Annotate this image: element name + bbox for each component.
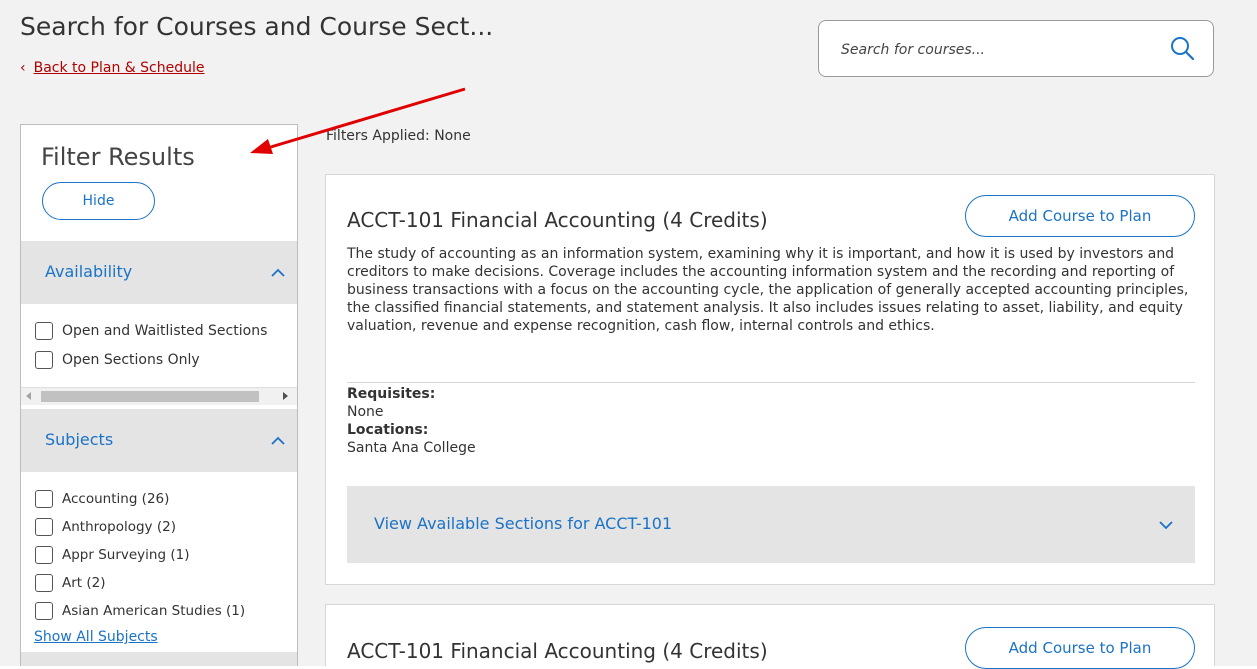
option-label: Appr Surveying (1) [62, 547, 190, 563]
checkbox[interactable] [35, 574, 53, 592]
subject-option-art[interactable]: Art (2) [35, 572, 106, 594]
locations-value: Santa Ana College [347, 440, 476, 456]
subjects-section-toggle[interactable]: Subjects [21, 409, 297, 472]
checkbox[interactable] [35, 322, 53, 340]
subject-option-anthropology[interactable]: Anthropology (2) [35, 516, 176, 538]
scrollbar-thumb[interactable] [41, 391, 259, 402]
checkbox[interactable] [35, 602, 53, 620]
option-label: Asian American Studies (1) [62, 603, 246, 619]
availability-label: Availability [45, 262, 133, 281]
view-sections-label: View Available Sections for ACCT-101 [374, 514, 673, 533]
search-input[interactable] [839, 35, 1153, 65]
back-link-label: Back to Plan & Schedule [33, 60, 205, 76]
add-course-to-plan-button[interactable]: Add Course to Plan [965, 627, 1195, 669]
subject-option-asian-american-studies[interactable]: Asian American Studies (1) [35, 600, 245, 622]
filter-panel: Filter Results Hide Availability Open an… [20, 124, 298, 666]
scroll-right-arrow-icon[interactable] [283, 392, 288, 400]
option-label: Open and Waitlisted Sections [62, 323, 268, 339]
chevron-up-icon [271, 268, 285, 277]
divider [347, 382, 1195, 383]
course-card: ACCT-101 Financial Accounting (4 Credits… [325, 174, 1215, 585]
option-label: Art (2) [62, 575, 106, 591]
course-title: ACCT-101 Financial Accounting (4 Credits… [347, 639, 768, 663]
panel-next-section-head [21, 652, 297, 666]
requisites-label: Requisites: [347, 386, 436, 402]
option-label: Anthropology (2) [62, 519, 176, 535]
chevron-up-icon [271, 436, 285, 445]
option-label: Accounting (26) [62, 491, 170, 507]
checkbox[interactable] [35, 351, 53, 369]
subject-option-accounting[interactable]: Accounting (26) [35, 488, 169, 510]
checkbox[interactable] [35, 518, 53, 536]
requisites-value: None [347, 404, 384, 420]
chevron-left-icon: ‹ [20, 60, 26, 76]
filters-applied-text: Filters Applied: None [326, 128, 471, 144]
checkbox[interactable] [35, 490, 53, 508]
chevron-down-icon [1159, 521, 1173, 530]
search-icon[interactable] [1169, 35, 1195, 61]
checkbox[interactable] [35, 546, 53, 564]
page-title: Search for Courses and Course Sect... [20, 12, 494, 41]
subject-option-appr-surveying[interactable]: Appr Surveying (1) [35, 544, 189, 566]
availability-option-open-waitlisted[interactable]: Open and Waitlisted Sections [35, 320, 267, 342]
scroll-left-arrow-icon[interactable] [26, 392, 31, 400]
view-sections-toggle[interactable]: View Available Sections for ACCT-101 [347, 486, 1195, 563]
availability-option-open-only[interactable]: Open Sections Only [35, 349, 200, 371]
availability-section-toggle[interactable]: Availability [21, 241, 297, 304]
filter-results-title: Filter Results [41, 143, 195, 171]
course-card: ACCT-101 Financial Accounting (4 Credits… [325, 604, 1215, 669]
horizontal-scrollbar[interactable] [21, 387, 297, 405]
locations-label: Locations: [347, 422, 429, 438]
show-all-subjects-link[interactable]: Show All Subjects [34, 629, 158, 645]
option-label: Open Sections Only [62, 352, 200, 368]
hide-filters-button[interactable]: Hide [42, 182, 155, 220]
subjects-label: Subjects [45, 430, 114, 449]
course-description: The study of accounting as an informatio… [347, 246, 1189, 334]
add-course-to-plan-button[interactable]: Add Course to Plan [965, 195, 1195, 237]
back-to-plan-link[interactable]: ‹ Back to Plan & Schedule [20, 60, 205, 76]
search-box [818, 20, 1214, 77]
course-title: ACCT-101 Financial Accounting (4 Credits… [347, 208, 768, 232]
